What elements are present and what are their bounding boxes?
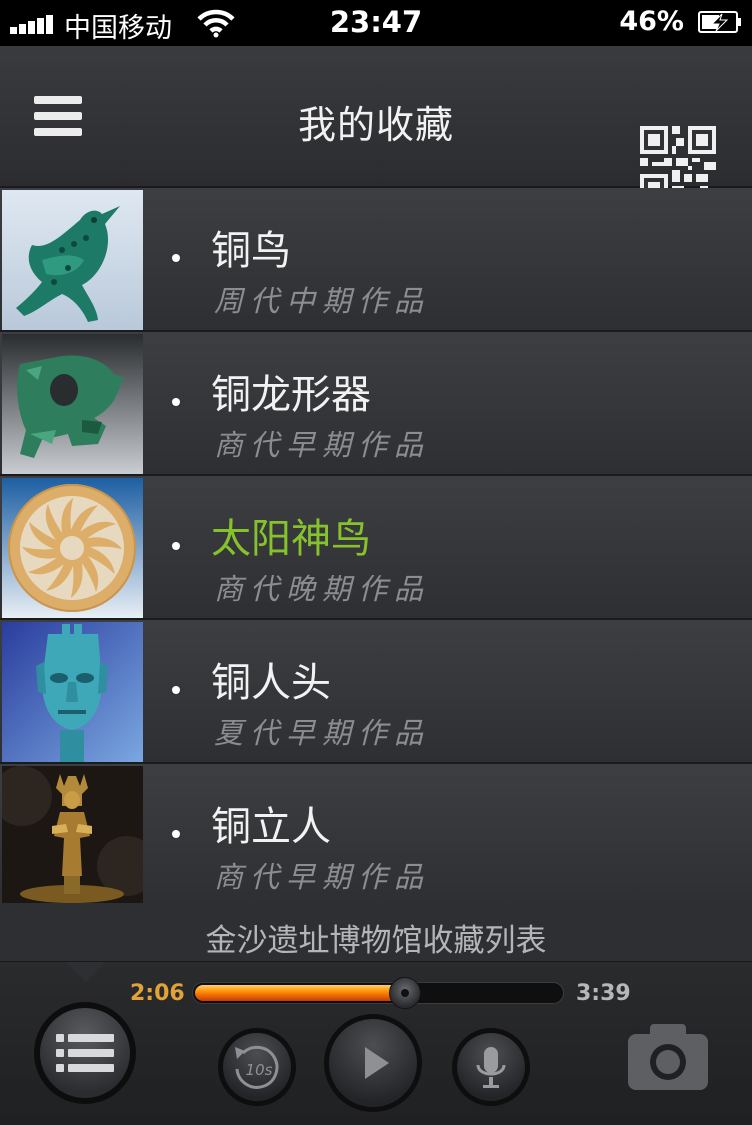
camera-icon[interactable] bbox=[628, 1022, 708, 1090]
item-thumbnail bbox=[2, 190, 143, 330]
progress-knob[interactable] bbox=[389, 977, 421, 1009]
rewind-10s-icon: 10s bbox=[235, 1045, 279, 1089]
playlist-button[interactable] bbox=[34, 1002, 136, 1104]
list-bullet bbox=[172, 254, 180, 262]
item-subtitle: 商代早期作品 bbox=[214, 860, 431, 894]
item-subtitle: 商代晚期作品 bbox=[214, 572, 431, 606]
progress-bar[interactable] bbox=[192, 977, 564, 1009]
list-icon bbox=[56, 1034, 114, 1072]
item-title: 太阳神鸟 bbox=[211, 516, 371, 562]
list-bullet bbox=[172, 686, 180, 694]
item-thumbnail bbox=[2, 622, 143, 762]
item-subtitle: 商代早期作品 bbox=[214, 428, 431, 462]
item-title: 铜龙形器 bbox=[211, 372, 371, 418]
item-title: 铜人头 bbox=[211, 660, 331, 706]
list-item[interactable]: 铜人头 夏代早期作品 bbox=[0, 620, 752, 764]
item-title: 铜立人 bbox=[211, 804, 331, 850]
item-thumbnail bbox=[2, 478, 143, 618]
status-bar: 中国移动 23:47 46% bbox=[0, 0, 752, 46]
list-item[interactable]: 铜立人 商代早期作品 bbox=[0, 764, 752, 908]
list-caption: 金沙遗址博物馆收藏列表 bbox=[205, 923, 547, 959]
total-time: 3:39 bbox=[576, 981, 631, 1006]
battery-percent: 46% bbox=[619, 6, 684, 37]
item-subtitle: 夏代早期作品 bbox=[214, 716, 431, 750]
audio-player: 2:06 3:39 10s bbox=[0, 962, 752, 1125]
list-bullet bbox=[172, 830, 180, 838]
list-bullet bbox=[172, 398, 180, 406]
caption-pointer bbox=[66, 962, 106, 982]
list-bullet bbox=[172, 542, 180, 550]
svg-text:10s: 10s bbox=[246, 1061, 273, 1079]
progress-fill bbox=[195, 985, 405, 1001]
item-title: 铜鸟 bbox=[211, 228, 291, 274]
play-button[interactable] bbox=[324, 1014, 422, 1112]
list-caption-bar: 金沙遗址博物馆收藏列表 bbox=[0, 903, 752, 962]
item-thumbnail bbox=[2, 334, 143, 474]
microphone-button[interactable] bbox=[452, 1028, 530, 1106]
list-item[interactable]: 铜鸟 周代中期作品 bbox=[0, 188, 752, 332]
elapsed-time: 2:06 bbox=[130, 981, 185, 1006]
list-item[interactable]: 太阳神鸟 商代晚期作品 bbox=[0, 476, 752, 620]
rewind-10s-button[interactable]: 10s bbox=[218, 1028, 296, 1106]
list-item[interactable]: 铜龙形器 商代早期作品 bbox=[0, 332, 752, 476]
nav-bar: 我的收藏 bbox=[0, 46, 752, 202]
battery-charging-icon bbox=[698, 11, 741, 33]
item-subtitle: 周代中期作品 bbox=[214, 284, 431, 318]
microphone-icon bbox=[476, 1047, 506, 1088]
collection-list: 铜鸟 周代中期作品 铜龙形器 商代早期作品 太阳神鸟 商代晚期作品 铜人头 夏代… bbox=[0, 188, 752, 908]
play-icon bbox=[365, 1047, 389, 1079]
item-thumbnail bbox=[2, 766, 143, 906]
